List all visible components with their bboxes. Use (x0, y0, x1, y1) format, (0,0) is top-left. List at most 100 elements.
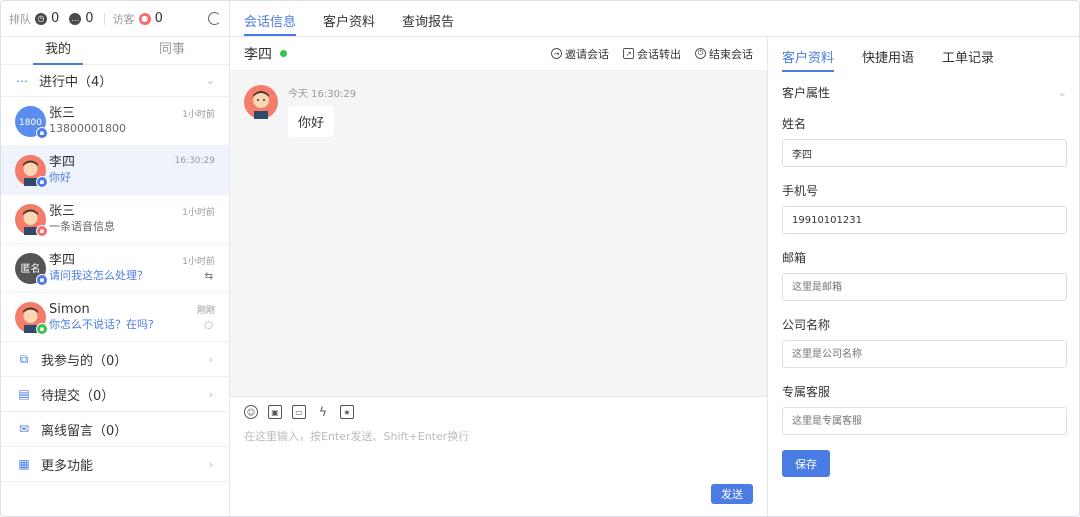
send-button[interactable]: 发送 (711, 484, 753, 504)
conversation-list: 1800 ▪ 张三 13800001800 1小时前 ▪ 李四 你好 16:30… (1, 97, 229, 342)
composer-toolbar: ☺ ▣ ▭ ϟ ★ (230, 397, 767, 419)
conversation-time: 1小时前 (182, 208, 215, 218)
tab-customer-profile[interactable]: 客户资料 (782, 47, 835, 72)
conversation-name: Simon (49, 302, 90, 317)
message-bubble: 你好 (288, 106, 335, 137)
conversation-text: Simon 你怎么不说话？在吗? (49, 302, 215, 332)
menu-item[interactable]: ⧉ 我参与的（0） › (1, 342, 229, 377)
user-icon: ● (138, 12, 151, 25)
conversation-preview: 一条语音信息 (49, 220, 115, 233)
tab-mine[interactable]: 我的 (1, 37, 115, 64)
message-icon: ✉ (18, 422, 30, 436)
tab-quick-phrases[interactable]: 快捷用语 (862, 47, 914, 72)
tab-session-info[interactable]: 会话信息 (244, 11, 297, 36)
conversation-preview: 你好 (49, 171, 71, 184)
chat-dots-icon: ⋯ (16, 73, 28, 88)
transfer-icon: ⇆ (204, 271, 213, 282)
right-tabs: 客户资料 快捷用语 工单记录 (782, 37, 1067, 72)
document-icon: ▤ (18, 387, 30, 401)
field-input[interactable] (782, 340, 1067, 368)
refresh-icon[interactable] (208, 12, 221, 25)
folder-icon[interactable]: ▭ (292, 405, 306, 419)
tab-colleagues[interactable]: 同事 (115, 37, 229, 64)
chevron-right-icon: › (208, 387, 213, 401)
visitor-label: 访客 (112, 12, 135, 26)
menu-item[interactable]: ▤ 待提交（0） › (1, 377, 229, 412)
channel-badge-icon: ▪ (36, 126, 48, 139)
field-label: 邮箱 (782, 251, 807, 265)
field-input[interactable] (782, 139, 1067, 167)
composer: ☺ ▣ ▭ ϟ ★ 在这里输入，按Enter发送、Shift+Enter换行 发… (230, 396, 767, 516)
chat-bubble-icon: … (69, 12, 82, 25)
message-input[interactable]: 在这里输入，按Enter发送、Shift+Enter换行 (230, 419, 767, 453)
conversation-time: 16:30:29 (174, 156, 215, 166)
transfer-session-button[interactable]: ↗ 会话转出 (623, 46, 681, 62)
form-field: 专属客服 (782, 383, 1067, 435)
conversation-item[interactable]: ▪ 李四 你好 16:30:29 (1, 146, 229, 195)
end-session-button[interactable]: ⏻ 结束会话 (695, 46, 753, 62)
avatar (244, 85, 278, 119)
message-row: 今天 16:30:29 你好 (244, 85, 356, 137)
in-progress-header[interactable]: ⋯ 进行中（4） ⌄ (1, 65, 229, 97)
message-area: 今天 16:30:29 你好 (230, 71, 767, 396)
customer-attributes-header[interactable]: 客户属性 ⌄ (782, 84, 1067, 101)
menu-label: 离线留言（0） (41, 423, 128, 439)
lightning-icon[interactable]: ϟ (316, 405, 330, 419)
customer-form: 姓名 手机号 邮箱 公司名称 专属客服 (782, 115, 1067, 435)
menu-item[interactable]: ✉ 离线留言（0） (1, 412, 229, 447)
form-field: 姓名 (782, 115, 1067, 167)
conversation-item[interactable]: 匿名 ▪ 李四 请问我这怎么处理？ 1小时前 ⇆ (1, 244, 229, 293)
conversation-time: 1小时前 (182, 257, 215, 267)
field-label: 姓名 (782, 117, 807, 131)
top-tabs: 会话信息 客户资料 查询报告 (230, 1, 1079, 37)
star-icon[interactable]: ★ (340, 405, 354, 419)
share-icon: ↗ (623, 48, 634, 59)
chevron-right-icon: › (208, 352, 213, 366)
form-field: 公司名称 (782, 316, 1067, 368)
message-body: 今天 16:30:29 你好 (288, 85, 356, 137)
avatar-text: 匿名 (21, 262, 41, 275)
conversation-item[interactable]: 1800 ▪ 张三 13800001800 1小时前 (1, 97, 229, 146)
field-label: 公司名称 (782, 318, 831, 332)
chevron-down-icon: ⌄ (205, 74, 215, 87)
transfer-label: 会话转出 (637, 47, 681, 61)
field-input[interactable] (782, 206, 1067, 234)
visitor-status[interactable]: 访客 ● 0 (113, 11, 163, 27)
invite-label: 邀请会话 (565, 47, 609, 61)
channel-badge-icon: ▪ (36, 224, 48, 237)
chat-panel: 李四 → 邀请会话 ↗ 会话转出 ⏻ 结束会话 今天 16:30:29 你好 ☺… (230, 37, 768, 516)
emoji-icon[interactable]: ☺ (244, 405, 258, 419)
avatar-text: 1800 (19, 118, 42, 128)
tab-customer-data[interactable]: 客户资料 (323, 11, 375, 36)
tab-ticket-records[interactable]: 工单记录 (942, 47, 994, 72)
queue-label: 排队 (9, 12, 31, 26)
message-time: 今天 16:30:29 (288, 89, 357, 100)
end-label: 结束会话 (709, 47, 753, 61)
status-bar: 排队 ◷ 0 … 0 访客 ● 0 (1, 1, 229, 37)
menu-label: 我参与的（0） (41, 353, 128, 369)
chevron-down-icon: ⌄ (1057, 86, 1067, 99)
field-input[interactable] (782, 407, 1067, 435)
clock-icon: ◷ (35, 12, 47, 25)
menu-item[interactable]: ▦ 更多功能 › (1, 447, 229, 482)
avatar: 匿名 ▪ (15, 252, 48, 286)
chat-header: 李四 → 邀请会话 ↗ 会话转出 ⏻ 结束会话 (230, 37, 767, 71)
field-input[interactable] (782, 273, 1067, 301)
chat-status[interactable]: … 0 (69, 11, 94, 26)
left-tabs: 我的 同事 (1, 37, 229, 65)
conversation-item[interactable]: ▪ Simon 你怎么不说话？在吗? 刚刚 ◌ (1, 293, 229, 342)
chat-actions: → 邀请会话 ↗ 会话转出 ⏻ 结束会话 (551, 46, 753, 62)
group-chat-icon: ⧉ (19, 351, 29, 366)
invite-session-button[interactable]: → 邀请会话 (551, 46, 609, 62)
conversation-preview: 你怎么不说话？在吗? (49, 318, 154, 331)
form-field: 邮箱 (782, 249, 1067, 301)
save-button[interactable]: 保存 (782, 450, 830, 477)
right-panel: 客户资料 快捷用语 工单记录 客户属性 ⌄ 姓名 手机号 邮箱 公司名称 专属客… (768, 37, 1079, 516)
queue-status[interactable]: 排队 ◷ 0 (9, 11, 59, 27)
queue-count: 0 (51, 11, 60, 26)
conversation-item[interactable]: ▪ 张三 一条语音信息 1小时前 (1, 195, 229, 244)
avatar: ▪ (15, 203, 48, 237)
avatar: ▪ (15, 154, 48, 188)
image-icon[interactable]: ▣ (268, 405, 282, 419)
tab-query-report[interactable]: 查询报告 (402, 11, 454, 36)
